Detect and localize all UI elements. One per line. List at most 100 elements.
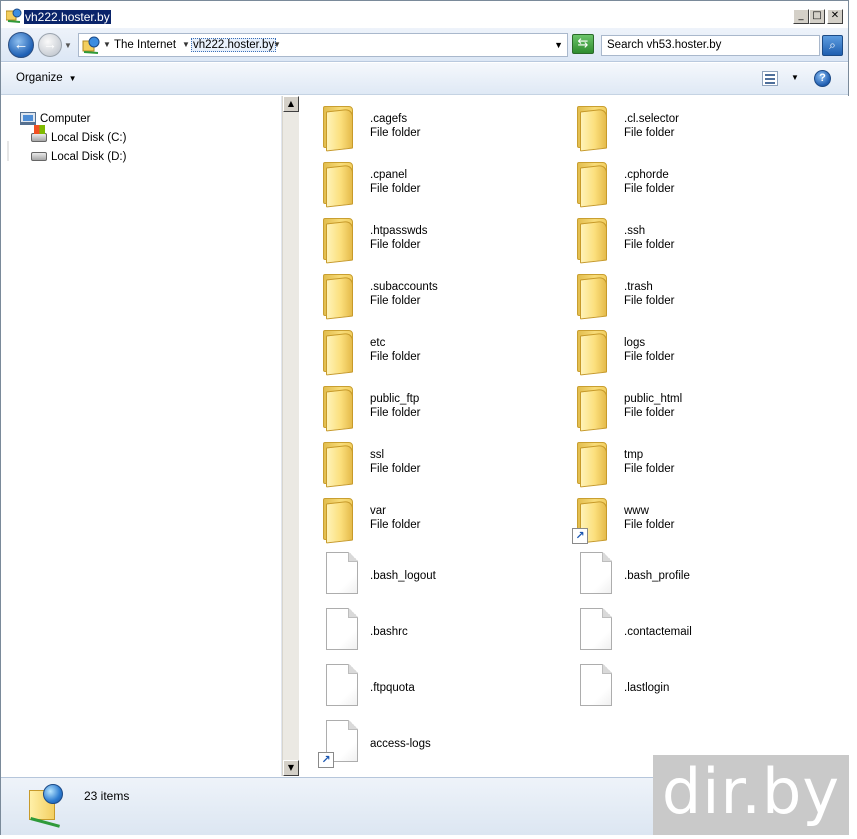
breadcrumb-arrow-icon[interactable]: ▼ (103, 40, 111, 49)
folder-item[interactable]: .cagefs File folder (300, 96, 550, 152)
navigation-pane: Computer Local Disk (C:) Local Disk (D:) (1, 96, 282, 776)
forward-button[interactable]: → (38, 33, 62, 57)
item-type: File folder (624, 519, 675, 531)
item-name: .cpanel (370, 169, 408, 181)
folder-item[interactable]: .cphorde File folder (554, 152, 804, 208)
item-name: .bash_profile (624, 570, 690, 582)
search-button[interactable]: ⌕ (822, 35, 843, 56)
file-item[interactable]: .lastlogin (554, 656, 804, 710)
item-name: .lastlogin (624, 682, 670, 694)
folder-item[interactable]: .trash File folder (554, 264, 804, 320)
nav-item-computer[interactable]: Computer (20, 111, 91, 127)
watermark: dir.by (653, 755, 849, 835)
breadcrumb-arrow-icon[interactable]: ▼ (182, 40, 190, 49)
item-name: public_html (624, 393, 683, 405)
address-history-dropdown-icon[interactable]: ▼ (554, 40, 563, 50)
item-name: .cagefs (370, 113, 408, 125)
scroll-up-button[interactable]: ▲ (283, 96, 299, 112)
item-name: .ftpquota (370, 682, 415, 694)
view-options-dropdown-icon[interactable]: ▼ (791, 73, 799, 82)
folder-icon (575, 274, 611, 320)
item-type: File folder (624, 351, 675, 363)
folder-icon (321, 498, 357, 544)
folder-icon (321, 106, 357, 152)
item-name: public_ftp (370, 393, 420, 405)
file-item[interactable]: .bash_logout (300, 544, 550, 598)
item-type: File folder (624, 239, 675, 251)
file-icon (580, 608, 612, 650)
item-type: File folder (370, 519, 421, 531)
folder-item[interactable]: ↗ www File folder (554, 488, 804, 544)
folder-item[interactable]: public_ftp File folder (300, 376, 550, 432)
item-name: logs (624, 337, 646, 349)
item-type: File folder (370, 463, 421, 475)
scroll-down-button[interactable]: ▼ (283, 760, 299, 776)
breadcrumb-the-internet[interactable]: The Internet (114, 39, 176, 51)
folder-icon (321, 274, 357, 320)
folder-item[interactable]: logs File folder (554, 320, 804, 376)
shortcut-arrow-icon: ↗ (318, 752, 334, 768)
back-button[interactable]: ← (8, 32, 34, 58)
maximize-button[interactable]: □ (809, 9, 825, 24)
item-type: File folder (370, 295, 421, 307)
help-icon[interactable]: ? (814, 70, 831, 87)
folder-item[interactable]: .cpanel File folder (300, 152, 550, 208)
folder-item[interactable]: .ssh File folder (554, 208, 804, 264)
folder-item[interactable]: .htpasswds File folder (300, 208, 550, 264)
file-item[interactable]: ↗ access-logs (300, 712, 550, 768)
address-toolbar: ← → ▼ ▼ The Internet ▼ vh222.hoster.by ▼… (1, 28, 848, 62)
folder-item[interactable]: etc File folder (300, 320, 550, 376)
file-item[interactable]: .bash_profile (554, 544, 804, 598)
item-name: ssl (370, 449, 385, 461)
file-item[interactable]: .contactemail (554, 600, 804, 654)
network-folder-icon (6, 8, 22, 23)
item-name: .contactemail (624, 626, 692, 638)
search-input[interactable]: Search vh53.hoster.by (601, 35, 820, 56)
chevron-down-icon: ▼ (68, 74, 77, 83)
folder-icon (321, 330, 357, 376)
folder-icon (575, 330, 611, 376)
forward-arrow-icon: → (43, 36, 57, 52)
item-name: .cphorde (624, 169, 669, 181)
nav-item-local-disk-d[interactable]: Local Disk (D:) (31, 149, 126, 165)
folder-icon (575, 106, 611, 152)
folder-icon (575, 386, 611, 432)
address-field[interactable]: ▼ The Internet ▼ vh222.hoster.by ▼ ▼ (78, 33, 568, 57)
file-item[interactable]: .ftpquota (300, 656, 550, 710)
item-type: File folder (370, 183, 421, 195)
change-view-icon[interactable] (762, 71, 778, 86)
item-name: .bashrc (370, 626, 408, 638)
explorer-window: vh222.hoster.by _ □ ✕ ← → ▼ ▼ The Intern… (0, 0, 849, 835)
item-type: File folder (370, 351, 421, 363)
folder-item[interactable]: var File folder (300, 488, 550, 544)
recent-pages-dropdown-icon[interactable]: ▼ (64, 41, 72, 50)
folder-item[interactable]: ssl File folder (300, 432, 550, 488)
item-type: File folder (624, 463, 675, 475)
nav-item-label: Local Disk (C:) (51, 132, 127, 144)
folder-item[interactable]: tmp File folder (554, 432, 804, 488)
file-item[interactable]: .bashrc (300, 600, 550, 654)
nav-item-label: Local Disk (D:) (51, 151, 127, 163)
organize-button[interactable]: Organize ▼ (16, 72, 77, 84)
vertical-scrollbar[interactable]: ▲ ▼ (282, 96, 299, 776)
file-icon (580, 664, 612, 706)
folder-item[interactable]: .subaccounts File folder (300, 264, 550, 320)
folder-icon (321, 442, 357, 488)
drive-icon (31, 152, 47, 162)
breadcrumb-arrow-icon[interactable]: ▼ (273, 40, 281, 49)
close-button[interactable]: ✕ (827, 9, 843, 24)
item-type: File folder (624, 295, 675, 307)
refresh-button[interactable]: ⇆ (572, 34, 594, 54)
item-name: .trash (624, 281, 653, 293)
minimize-button[interactable]: _ (793, 9, 809, 24)
back-arrow-icon: ← (13, 36, 29, 53)
network-location-icon (82, 36, 100, 54)
file-list: .cagefs File folder .cl.selector File folde… (300, 96, 849, 776)
breadcrumb-current[interactable]: vh222.hoster.by (191, 38, 277, 52)
folder-item[interactable]: public_html File folder (554, 376, 804, 432)
item-type: File folder (624, 127, 675, 139)
folder-icon (575, 442, 611, 488)
item-type: File folder (624, 407, 675, 419)
folder-item[interactable]: .cl.selector File folder (554, 96, 804, 152)
nav-item-local-disk-c[interactable]: Local Disk (C:) (31, 125, 127, 146)
